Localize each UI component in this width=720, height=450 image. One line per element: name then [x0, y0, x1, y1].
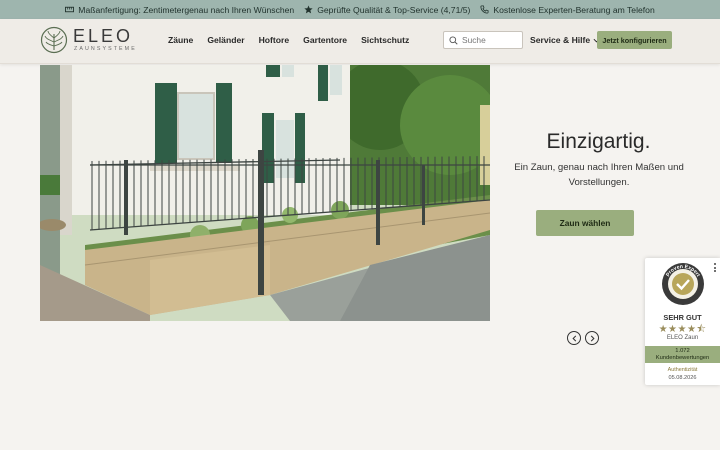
usp-text: Geprüfte Qualität & Top-Service (4,71/5) [317, 4, 471, 15]
logo-name: ELEO [73, 26, 134, 47]
review-count-number: 1.072 [675, 347, 690, 354]
usp-item-consulting: Kostenlose Experten-Beratung am Telefon [480, 4, 655, 15]
tree-logo-icon [40, 26, 68, 54]
chevron-right-icon [590, 335, 595, 341]
hero-title: Einzigartig. [546, 130, 651, 153]
nav-item-hoftore[interactable]: Hoftore [259, 35, 290, 45]
logo-subtitle: ZAUNSYSTEME [74, 46, 137, 53]
hero-image [40, 65, 490, 321]
rating-date: 05.08.2026 [668, 375, 697, 381]
usp-text: Maßanfertigung: Zentimetergenau nach Ihr… [78, 4, 295, 15]
service-menu[interactable]: Service & Hilfe [530, 35, 600, 45]
site-header: ELEO ZAUNSYSTEME Zäune Geländer Hoftore … [0, 19, 720, 64]
chevron-left-icon [571, 335, 576, 341]
rating-company: ELEO Zaun [666, 335, 699, 341]
nav-item-gartentore[interactable]: Gartentore [303, 35, 347, 45]
phone-icon [480, 5, 489, 14]
nav-item-zaeune[interactable]: Zäune [168, 35, 193, 45]
site-logo[interactable]: ELEO ZAUNSYSTEME [40, 26, 137, 54]
search-box [443, 31, 523, 49]
usp-text: Kostenlose Experten-Beratung am Telefon [493, 4, 655, 15]
usp-item-quality: Geprüfte Qualität & Top-Service (4,71/5) [304, 5, 470, 15]
nav-item-sichtschutz[interactable]: Sichtschutz [361, 35, 409, 45]
rating-widget[interactable]: Proven Expert SEHR GUT ★★★★⯪ ELEO Zaun 1… [645, 258, 720, 385]
usp-bar: Maßanfertigung: Zentimetergenau nach Ihr… [0, 0, 720, 19]
carousel-prev-button[interactable] [567, 331, 581, 345]
review-count[interactable]: 1.072 Kundenbewertungen [645, 346, 720, 363]
widget-menu-icon[interactable] [714, 263, 717, 272]
proven-expert-seal-icon: Proven Expert [662, 263, 704, 305]
authenticity-label: Authentizität [667, 367, 698, 373]
usp-item-custom: Maßanfertigung: Zentimetergenau nach Ihr… [65, 5, 294, 15]
fence-garden-illustration [40, 65, 490, 321]
configure-button[interactable]: Jetzt konfigurieren [597, 31, 672, 49]
search-input[interactable] [462, 35, 522, 45]
choose-fence-button[interactable]: Zaun wählen [536, 210, 634, 236]
hero-subtitle: Ein Zaun, genau nach Ihren Maßen und Vor… [514, 162, 684, 188]
carousel-next-button[interactable] [585, 331, 599, 345]
main-nav: Zäune Geländer Hoftore Gartentore Sichts… [168, 35, 409, 45]
star-icon [304, 5, 313, 14]
review-count-label: Kundenbewertungen [655, 355, 710, 361]
nav-item-gelaender[interactable]: Geländer [207, 35, 244, 45]
ruler-icon [65, 6, 75, 13]
rating-grade: SEHR GUT [663, 313, 702, 322]
service-menu-label: Service & Hilfe [530, 35, 591, 45]
search-icon [449, 35, 458, 45]
